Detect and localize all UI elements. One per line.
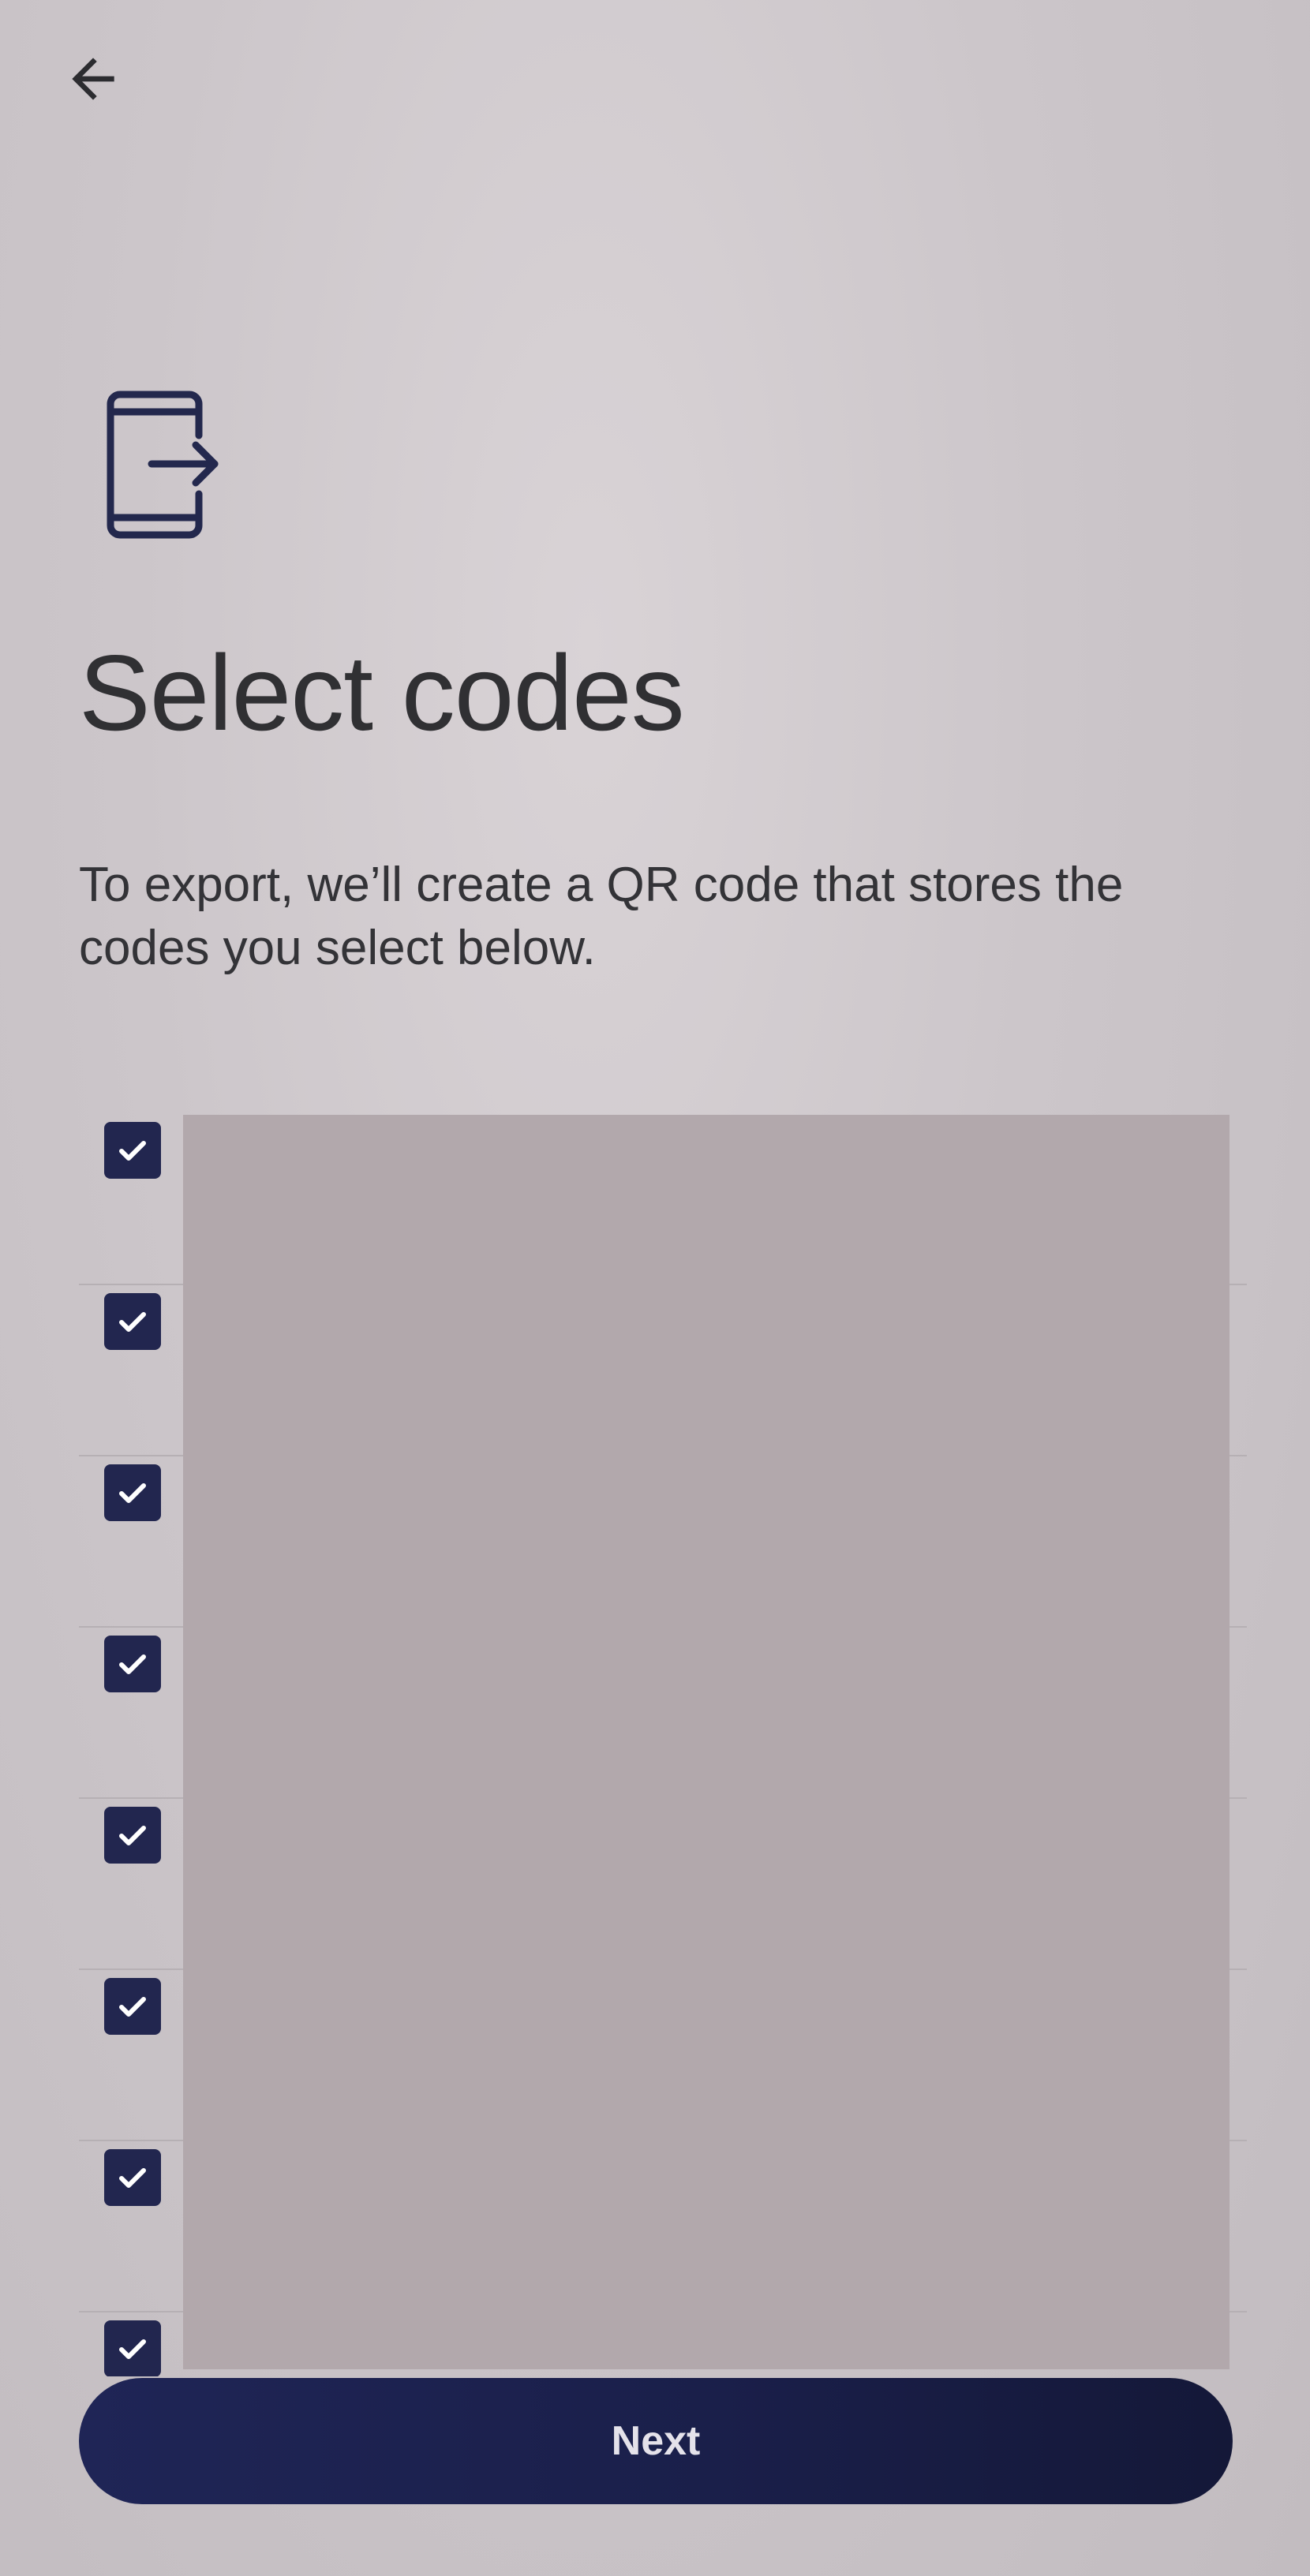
- code-checkbox[interactable]: [104, 1636, 161, 1692]
- check-icon: [119, 1997, 146, 2017]
- code-checkbox[interactable]: [104, 1464, 161, 1521]
- code-checkbox[interactable]: [104, 1293, 161, 1350]
- back-button[interactable]: [54, 39, 133, 118]
- arrow-left-icon: [72, 58, 114, 100]
- redacted-code-labels: [183, 1115, 1230, 2369]
- next-button[interactable]: Next: [79, 2378, 1233, 2504]
- check-icon: [119, 1483, 146, 1503]
- export-phone-icon: [103, 387, 229, 544]
- export-description: To export, we’ll create a QR code that s…: [79, 858, 1124, 975]
- check-icon: [119, 2168, 146, 2188]
- code-checkbox[interactable]: [104, 1978, 161, 2035]
- check-icon: [119, 1826, 146, 1845]
- check-icon: [119, 1141, 146, 1161]
- check-icon: [119, 2339, 146, 2359]
- check-icon: [119, 1312, 146, 1332]
- code-checkbox[interactable]: [104, 2320, 161, 2376]
- page-title: Select codes: [79, 633, 685, 753]
- code-checkbox[interactable]: [104, 2149, 161, 2206]
- code-checkbox[interactable]: [104, 1807, 161, 1864]
- check-icon: [119, 1654, 146, 1674]
- code-checkbox[interactable]: [104, 1122, 161, 1179]
